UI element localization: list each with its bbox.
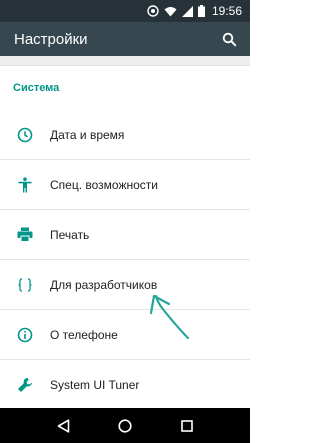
back-button[interactable] <box>48 411 78 441</box>
accessibility-icon <box>0 176 50 193</box>
settings-item-date-time[interactable]: Дата и время <box>0 110 250 159</box>
printer-icon <box>0 227 50 242</box>
info-icon <box>0 327 50 343</box>
search-icon <box>222 32 237 47</box>
wifi-icon <box>164 6 177 17</box>
settings-item-about-phone[interactable]: О телефоне <box>0 310 250 359</box>
wrench-icon <box>0 377 50 393</box>
sync-icon <box>147 5 159 17</box>
home-button[interactable] <box>110 411 140 441</box>
settings-list: Система Дата и время Спец. возможности П… <box>0 56 250 408</box>
settings-item-label: Печать <box>50 227 90 242</box>
settings-item-label: О телефоне <box>50 327 118 342</box>
app-bar: Настройки <box>0 22 250 56</box>
settings-item-system-ui-tuner[interactable]: System UI Tuner <box>0 360 250 408</box>
page-title: Настройки <box>14 30 88 48</box>
settings-item-printing[interactable]: Печать <box>0 210 250 259</box>
settings-item-label: Спец. возможности <box>50 177 158 192</box>
back-icon <box>57 418 69 433</box>
status-bar: 19:56 <box>0 0 250 22</box>
recents-icon <box>181 419 193 432</box>
search-button[interactable] <box>212 22 246 56</box>
section-header-system: Система <box>13 82 60 94</box>
clock-icon <box>0 127 50 143</box>
code-braces-icon <box>0 277 50 292</box>
home-icon <box>118 418 132 433</box>
status-time: 19:56 <box>211 4 242 18</box>
settings-item-accessibility[interactable]: Спец. возможности <box>0 160 250 209</box>
settings-item-label: Для разработчиков <box>50 277 158 292</box>
settings-item-label: Дата и время <box>50 127 125 142</box>
settings-item-label: System UI Tuner <box>50 377 140 392</box>
recents-button[interactable] <box>172 411 202 441</box>
navigation-bar <box>0 408 250 443</box>
settings-item-developer-options[interactable]: Для разработчиков <box>0 260 250 309</box>
divider <box>0 56 250 66</box>
battery-icon <box>197 5 205 17</box>
signal-icon <box>181 5 193 17</box>
